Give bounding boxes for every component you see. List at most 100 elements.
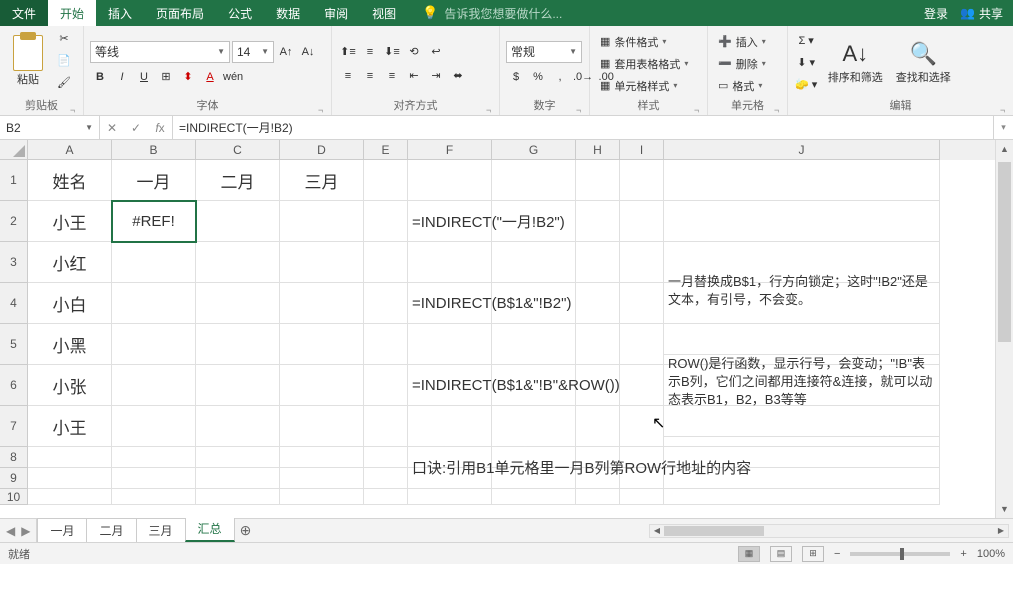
cut-button[interactable]: ✂ — [54, 28, 74, 48]
column-header-E[interactable]: E — [364, 140, 408, 160]
cell-H7[interactable] — [576, 406, 620, 447]
format-as-table-button[interactable]: ▦套用表格格式▾ — [596, 54, 692, 74]
italic-button[interactable]: I — [112, 67, 132, 87]
cell-D1[interactable]: 三月 — [280, 160, 364, 201]
cell-D2[interactable] — [280, 201, 364, 242]
name-box[interactable]: B2▼ — [0, 116, 100, 139]
cell-G10[interactable] — [492, 489, 576, 505]
format-cells-button[interactable]: ▭格式▾ — [714, 76, 766, 96]
accounting-button[interactable]: $ — [506, 67, 526, 87]
row-header-2[interactable]: 2 — [0, 201, 28, 242]
cell-E9[interactable] — [364, 468, 408, 489]
sheet-tab-三月[interactable]: 三月 — [136, 518, 186, 542]
cell-A5[interactable]: 小黑 — [28, 324, 112, 365]
cell-B9[interactable] — [112, 468, 196, 489]
column-header-F[interactable]: F — [408, 140, 492, 160]
scroll-down-icon[interactable]: ▼ — [996, 500, 1013, 518]
cell-C2[interactable] — [196, 201, 280, 242]
insert-cells-button[interactable]: ➕插入▾ — [714, 32, 770, 52]
cell-F5[interactable] — [408, 324, 492, 365]
insert-function-button[interactable]: fx — [148, 121, 172, 135]
cell-E7[interactable] — [364, 406, 408, 447]
cell-C1[interactable]: 二月 — [196, 160, 280, 201]
cell-B1[interactable]: 一月 — [112, 160, 196, 201]
menu-view[interactable]: 视图 — [360, 0, 408, 26]
cell-I1[interactable] — [620, 160, 664, 201]
menu-layout[interactable]: 页面布局 — [144, 0, 216, 26]
row-header-3[interactable]: 3 — [0, 242, 28, 283]
cell-C9[interactable] — [196, 468, 280, 489]
cell-A6[interactable]: 小张 — [28, 365, 112, 406]
column-header-B[interactable]: B — [112, 140, 196, 160]
cell-D5[interactable] — [280, 324, 364, 365]
align-center-button[interactable]: ≡ — [360, 66, 380, 86]
cell-D10[interactable] — [280, 489, 364, 505]
cell-F1[interactable] — [408, 160, 492, 201]
cell-F2[interactable]: =INDIRECT("一月!B2") — [408, 201, 940, 242]
share-button[interactable]: 👥 共享 — [960, 5, 1003, 22]
cell-E8[interactable] — [364, 447, 408, 468]
scroll-right-icon[interactable]: ▶ — [994, 525, 1008, 537]
cell-B4[interactable] — [112, 283, 196, 324]
row-header-7[interactable]: 7 — [0, 406, 28, 447]
page-layout-view-button[interactable]: ▤ — [770, 546, 792, 562]
cell-J1[interactable] — [664, 160, 940, 201]
copy-button[interactable]: 📄 — [54, 50, 74, 70]
fill-color-button[interactable]: ⬍ — [178, 67, 198, 87]
zoom-slider[interactable] — [850, 552, 950, 556]
cell-D8[interactable] — [280, 447, 364, 468]
find-select-button[interactable]: 🔍 查找和选择 — [892, 30, 954, 96]
cell-B3[interactable] — [112, 242, 196, 283]
cell-G3[interactable] — [492, 242, 576, 283]
row-header-4[interactable]: 4 — [0, 283, 28, 324]
row-header-8[interactable]: 8 — [0, 447, 28, 468]
page-break-view-button[interactable]: ⊞ — [802, 546, 824, 562]
select-all-corner[interactable] — [0, 140, 28, 160]
cell-B6[interactable] — [112, 365, 196, 406]
sheet-tab-二月[interactable]: 二月 — [86, 518, 136, 542]
decrease-indent-button[interactable]: ⇤ — [404, 66, 424, 86]
login-link[interactable]: 登录 — [924, 5, 948, 22]
scroll-left-icon[interactable]: ◀ — [650, 525, 664, 537]
cell-C5[interactable] — [196, 324, 280, 365]
cell-styles-button[interactable]: ▦单元格样式▾ — [596, 76, 681, 96]
cell-I3[interactable] — [620, 242, 664, 283]
merge-center-button[interactable]: ⬌ — [448, 66, 468, 86]
fill-button[interactable]: ⬇ ▾ — [794, 52, 818, 72]
align-middle-button[interactable]: ≡ — [360, 42, 380, 62]
cell-E4[interactable] — [364, 283, 408, 324]
sheet-tab-一月[interactable]: 一月 — [37, 518, 87, 542]
cell-J6[interactable]: ROW()是行函数，显示行号，会变动；"!B"表示B列，它们之间都用连接符&连接… — [664, 355, 940, 437]
cell-F7[interactable] — [408, 406, 492, 447]
increase-font-button[interactable]: A↑ — [276, 42, 296, 62]
sheet-tab-汇总[interactable]: 汇总 — [185, 516, 235, 542]
wrap-text-button[interactable]: ↩ — [426, 42, 446, 62]
cell-F8[interactable]: 口诀:引用B1单元格里一月B列第ROW行地址的内容 — [408, 447, 940, 489]
row-header-9[interactable]: 9 — [0, 468, 28, 489]
vertical-scrollbar[interactable]: ▲ ▼ — [995, 140, 1013, 518]
row-header-1[interactable]: 1 — [0, 160, 28, 201]
horizontal-scrollbar[interactable]: ◀ ▶ — [649, 524, 1009, 538]
vscroll-thumb[interactable] — [998, 162, 1011, 342]
comma-button[interactable]: , — [550, 67, 570, 87]
menu-formula[interactable]: 公式 — [216, 0, 264, 26]
cell-H1[interactable] — [576, 160, 620, 201]
column-header-D[interactable]: D — [280, 140, 364, 160]
orientation-button[interactable]: ⟲ — [404, 42, 424, 62]
cell-C3[interactable] — [196, 242, 280, 283]
cell-C7[interactable] — [196, 406, 280, 447]
cell-D4[interactable] — [280, 283, 364, 324]
cell-A10[interactable] — [28, 489, 112, 505]
percent-button[interactable]: % — [528, 67, 548, 87]
font-size-combo[interactable]: 14▼ — [232, 41, 274, 63]
conditional-format-button[interactable]: ▦条件格式▾ — [596, 32, 670, 52]
cell-F10[interactable] — [408, 489, 492, 505]
cell-I10[interactable] — [620, 489, 664, 505]
column-header-J[interactable]: J — [664, 140, 940, 160]
hscroll-thumb[interactable] — [664, 526, 764, 536]
cell-H3[interactable] — [576, 242, 620, 283]
cell-B2[interactable]: #REF! — [112, 201, 196, 242]
column-header-A[interactable]: A — [28, 140, 112, 160]
delete-cells-button[interactable]: ➖删除▾ — [714, 54, 770, 74]
zoom-in-button[interactable]: + — [960, 548, 966, 560]
